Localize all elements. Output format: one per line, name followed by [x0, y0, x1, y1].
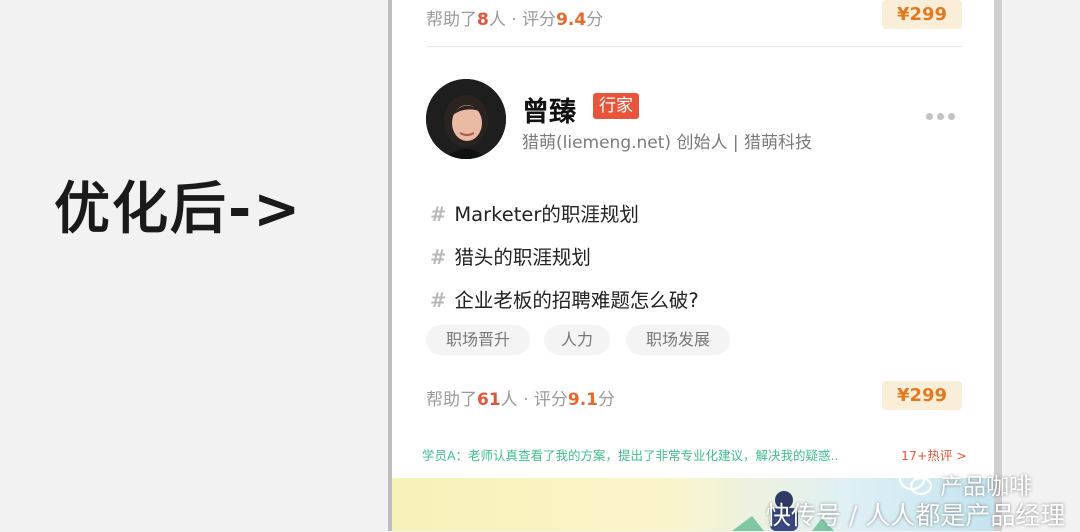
hash-icon: # [430, 246, 447, 269]
watermark-source: 快传号 / 人人都是产品经理 [766, 501, 1066, 530]
topic-label: 猎头的职涯规划 [454, 246, 591, 269]
score-suffix: 分 [586, 10, 604, 30]
help-mid: 人 · 评分 [488, 10, 557, 30]
help-prefix: 帮助了 [426, 10, 477, 30]
expert-avatar[interactable] [426, 79, 506, 159]
hash-icon: # [430, 289, 447, 312]
prev-price-button[interactable]: ¥299 [882, 0, 962, 29]
help-count: 8 [477, 10, 489, 30]
topic-label: Marketer的职涯规划 [454, 203, 639, 226]
topic-item[interactable]: # 猎头的职涯规划 [430, 241, 591, 270]
score-value: 9.4 [556, 10, 587, 30]
expert-badge: 行家 [593, 93, 639, 119]
topic-item[interactable]: # Marketer的职涯规划 [430, 198, 639, 227]
score-value: 9.1 [567, 390, 599, 410]
review-snippet[interactable]: 学员A：老师认真查看了我的方案，提出了非常专业化建议，解决我的疑惑.. [422, 445, 839, 464]
score-suffix: 分 [598, 390, 616, 410]
help-mid: 人 · 评分 [500, 390, 568, 410]
tag-chip[interactable]: 职场晋升 [426, 325, 530, 355]
prev-card-meta: 帮助了8人 · 评分9.4分 [426, 5, 603, 30]
phone-screen: 帮助了8人 · 评分9.4分 ¥299 曾臻 行家 猎萌(liemeng.net… [392, 0, 994, 531]
hash-icon: # [430, 203, 447, 226]
card-divider [426, 46, 962, 47]
tag-chip[interactable]: 职场发展 [626, 325, 730, 355]
expert-subtitle: 猎萌(liemeng.net) 创始人 | 猎萌科技 [522, 133, 812, 153]
tag-chip[interactable]: 人力 [544, 325, 610, 355]
price-button[interactable]: ¥299 [882, 381, 962, 410]
topic-label: 企业老板的招聘难题怎么破? [454, 289, 699, 312]
more-options-icon[interactable] [926, 113, 955, 120]
card-meta: 帮助了61人 · 评分9.1分 [426, 385, 615, 410]
expert-name: 曾臻 [522, 97, 576, 128]
topic-item[interactable]: # 企业老板的招聘难题怎么破? [430, 284, 699, 313]
phone-frame-right [994, 0, 1002, 531]
hot-reviews-link[interactable]: 17+热评 > [901, 445, 967, 464]
help-prefix: 帮助了 [426, 390, 477, 410]
help-count: 61 [477, 390, 501, 410]
wechat-icon [898, 467, 933, 496]
avatar-image [426, 79, 506, 159]
caption-title: 优化后-> [54, 177, 303, 242]
